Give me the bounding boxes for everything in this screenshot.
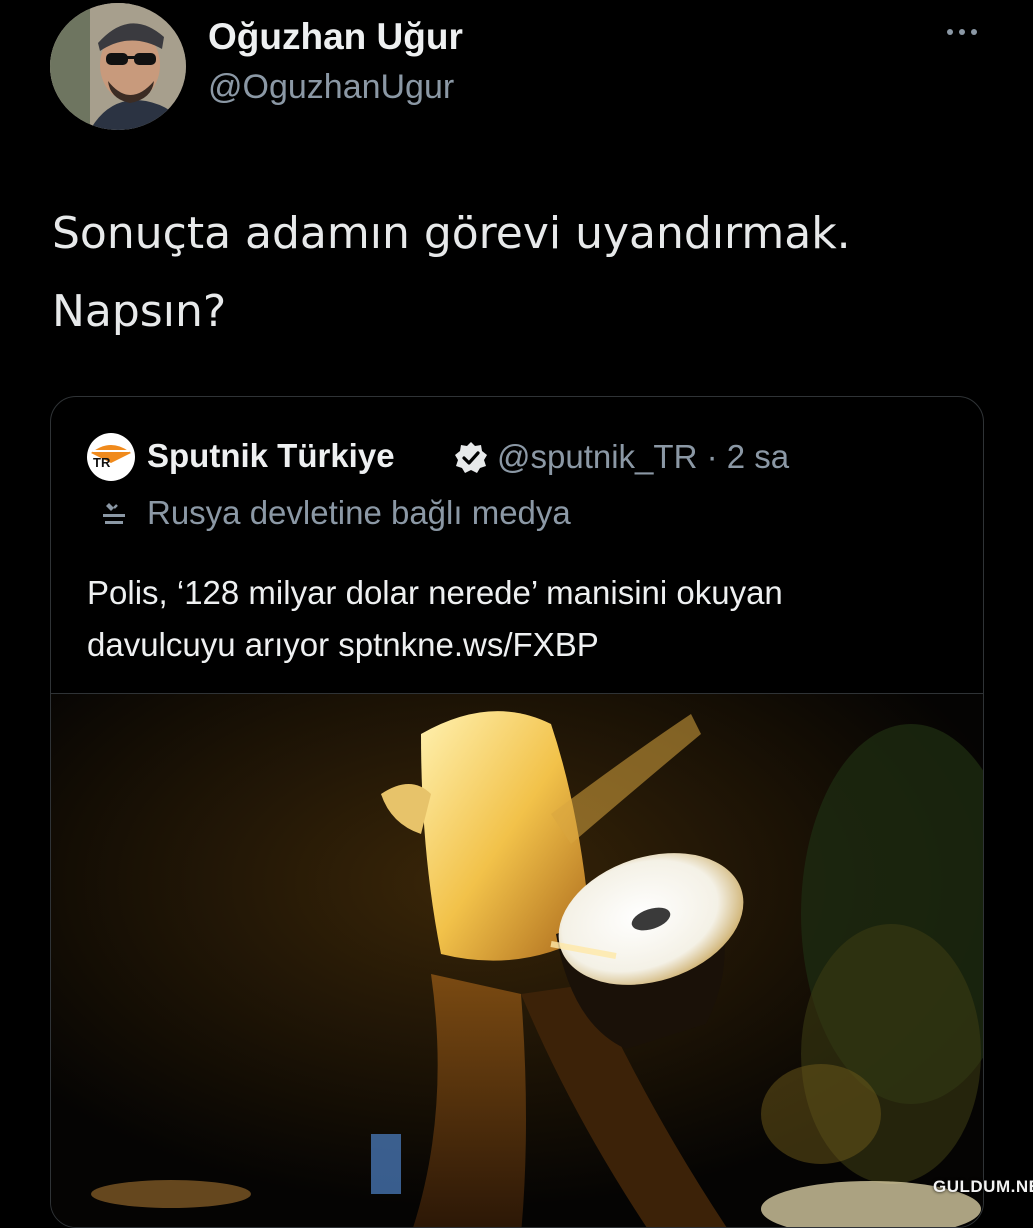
quoted-text-line[interactable]: davulcuyu arıyor sptnkne.ws/FXBP bbox=[87, 619, 967, 671]
drummer-photo bbox=[51, 694, 983, 1227]
state-media-icon bbox=[103, 503, 125, 524]
state-media-label[interactable]: Rusya devletine bağlı medya bbox=[147, 494, 571, 532]
sputnik-logo-text: TR bbox=[93, 455, 111, 470]
verified-badge-icon bbox=[455, 442, 487, 473]
sputnik-logo[interactable]: TR bbox=[87, 433, 135, 481]
user-avatar-icon bbox=[50, 3, 186, 130]
quoted-author-name[interactable]: Sputnik Türkiye bbox=[147, 437, 395, 475]
author-name[interactable]: Oğuzhan Uğur bbox=[208, 16, 463, 58]
quoted-tweet-card[interactable]: TR Sputnik Türkiye @sputnik_TR · 2 sa Ru… bbox=[50, 396, 984, 1228]
tweet-text: Sonuçta adamın görevi uyandırmak. Napsın… bbox=[52, 195, 1002, 351]
tweet-line: Sonuçta adamın görevi uyandırmak. bbox=[52, 208, 851, 259]
quoted-media-photo[interactable] bbox=[51, 694, 983, 1227]
quoted-tweet-text: Polis, ‘128 milyar dolar nerede’ manisin… bbox=[87, 567, 967, 671]
more-options-icon[interactable] bbox=[944, 22, 980, 42]
author-handle[interactable]: @OguzhanUgur bbox=[208, 68, 454, 107]
tweet-line: Napsın? bbox=[52, 286, 227, 337]
site-watermark: GULDUM.NET bbox=[933, 1177, 1033, 1196]
author-avatar[interactable] bbox=[50, 3, 186, 130]
quoted-text-line: Polis, ‘128 milyar dolar nerede’ manisin… bbox=[87, 574, 783, 611]
quoted-handle-time[interactable]: @sputnik_TR · 2 sa bbox=[497, 438, 789, 476]
